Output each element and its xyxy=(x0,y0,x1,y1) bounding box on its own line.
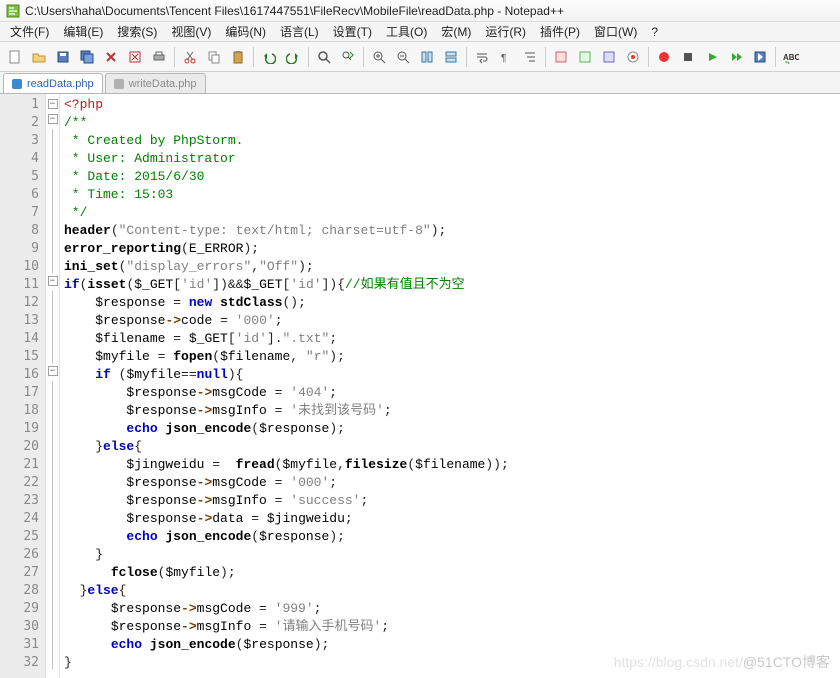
toolbar-separator xyxy=(545,47,546,67)
undo-button[interactable] xyxy=(258,46,280,68)
titlebar: C:\Users\haha\Documents\Tencent Files\16… xyxy=(0,0,840,22)
svg-text:¶: ¶ xyxy=(501,53,506,64)
menu-edit[interactable]: 编辑(E) xyxy=(57,21,109,42)
tab-modified-icon xyxy=(12,79,22,89)
macro-record-button[interactable] xyxy=(653,46,675,68)
menu-language[interactable]: 语言(L) xyxy=(274,21,325,42)
tab-label: readData.php xyxy=(27,78,94,90)
spellcheck-button[interactable]: ABC xyxy=(780,46,802,68)
window-title: C:\Users\haha\Documents\Tencent Files\16… xyxy=(25,4,564,18)
show-all-chars-button[interactable]: ¶ xyxy=(495,46,517,68)
folder-panel-button[interactable] xyxy=(598,46,620,68)
app-icon xyxy=(6,4,20,18)
indent-guide-button[interactable] xyxy=(519,46,541,68)
sync-hscroll-button[interactable] xyxy=(440,46,462,68)
menu-plugins[interactable]: 插件(P) xyxy=(534,21,586,42)
menu-file[interactable]: 文件(F) xyxy=(4,21,55,42)
toolbar-separator xyxy=(775,47,776,67)
tab-strip: readData.php writeData.php xyxy=(0,72,840,94)
menu-run[interactable]: 运行(R) xyxy=(479,21,532,42)
func-list-button[interactable] xyxy=(574,46,596,68)
menubar: 文件(F) 编辑(E) 搜索(S) 视图(V) 编码(N) 语言(L) 设置(T… xyxy=(0,22,840,42)
toolbar-separator xyxy=(174,47,175,67)
print-button[interactable] xyxy=(148,46,170,68)
open-file-button[interactable] xyxy=(28,46,50,68)
menu-encoding[interactable]: 编码(N) xyxy=(219,21,272,42)
toolbar-separator xyxy=(308,47,309,67)
zoom-in-button[interactable] xyxy=(368,46,390,68)
sync-vscroll-button[interactable] xyxy=(416,46,438,68)
toolbar-separator xyxy=(648,47,649,67)
tab-readdata[interactable]: readData.php xyxy=(3,73,103,93)
zoom-out-button[interactable] xyxy=(392,46,414,68)
toolbar-separator xyxy=(363,47,364,67)
find-button[interactable] xyxy=(313,46,335,68)
menu-tools[interactable]: 工具(O) xyxy=(380,21,433,42)
toolbar-separator xyxy=(253,47,254,67)
paste-button[interactable] xyxy=(227,46,249,68)
save-all-button[interactable] xyxy=(76,46,98,68)
menu-search[interactable]: 搜索(S) xyxy=(111,21,163,42)
cut-button[interactable] xyxy=(179,46,201,68)
macro-play-button[interactable] xyxy=(701,46,723,68)
menu-macro[interactable]: 宏(M) xyxy=(435,21,477,42)
menu-help[interactable]: ? xyxy=(645,23,664,41)
menu-settings[interactable]: 设置(T) xyxy=(327,21,378,42)
toolbar-separator xyxy=(466,47,467,67)
editor[interactable]: 1234 5678 9101112 13141516 17181920 2122… xyxy=(0,94,840,678)
line-number-gutter: 1234 5678 9101112 13141516 17181920 2122… xyxy=(0,94,46,678)
fold-gutter[interactable]: −− − − xyxy=(46,94,60,678)
close-all-button[interactable] xyxy=(124,46,146,68)
toolbar: ¶ ABC xyxy=(0,42,840,72)
copy-button[interactable] xyxy=(203,46,225,68)
svg-text:ABC: ABC xyxy=(783,53,799,62)
macro-play-multi-button[interactable] xyxy=(725,46,747,68)
doc-map-button[interactable] xyxy=(550,46,572,68)
code-area[interactable]: <?php /** * Created by PhpStorm. * User:… xyxy=(60,94,840,678)
replace-button[interactable] xyxy=(337,46,359,68)
tab-modified-icon xyxy=(114,79,124,89)
new-file-button[interactable] xyxy=(4,46,26,68)
monitoring-button[interactable] xyxy=(622,46,644,68)
macro-stop-button[interactable] xyxy=(677,46,699,68)
menu-view[interactable]: 视图(V) xyxy=(165,21,217,42)
save-button[interactable] xyxy=(52,46,74,68)
close-button[interactable] xyxy=(100,46,122,68)
menu-window[interactable]: 窗口(W) xyxy=(588,21,643,42)
wordwrap-button[interactable] xyxy=(471,46,493,68)
tab-label: writeData.php xyxy=(129,78,197,90)
tab-writedata[interactable]: writeData.php xyxy=(105,73,206,93)
macro-save-button[interactable] xyxy=(749,46,771,68)
redo-button[interactable] xyxy=(282,46,304,68)
